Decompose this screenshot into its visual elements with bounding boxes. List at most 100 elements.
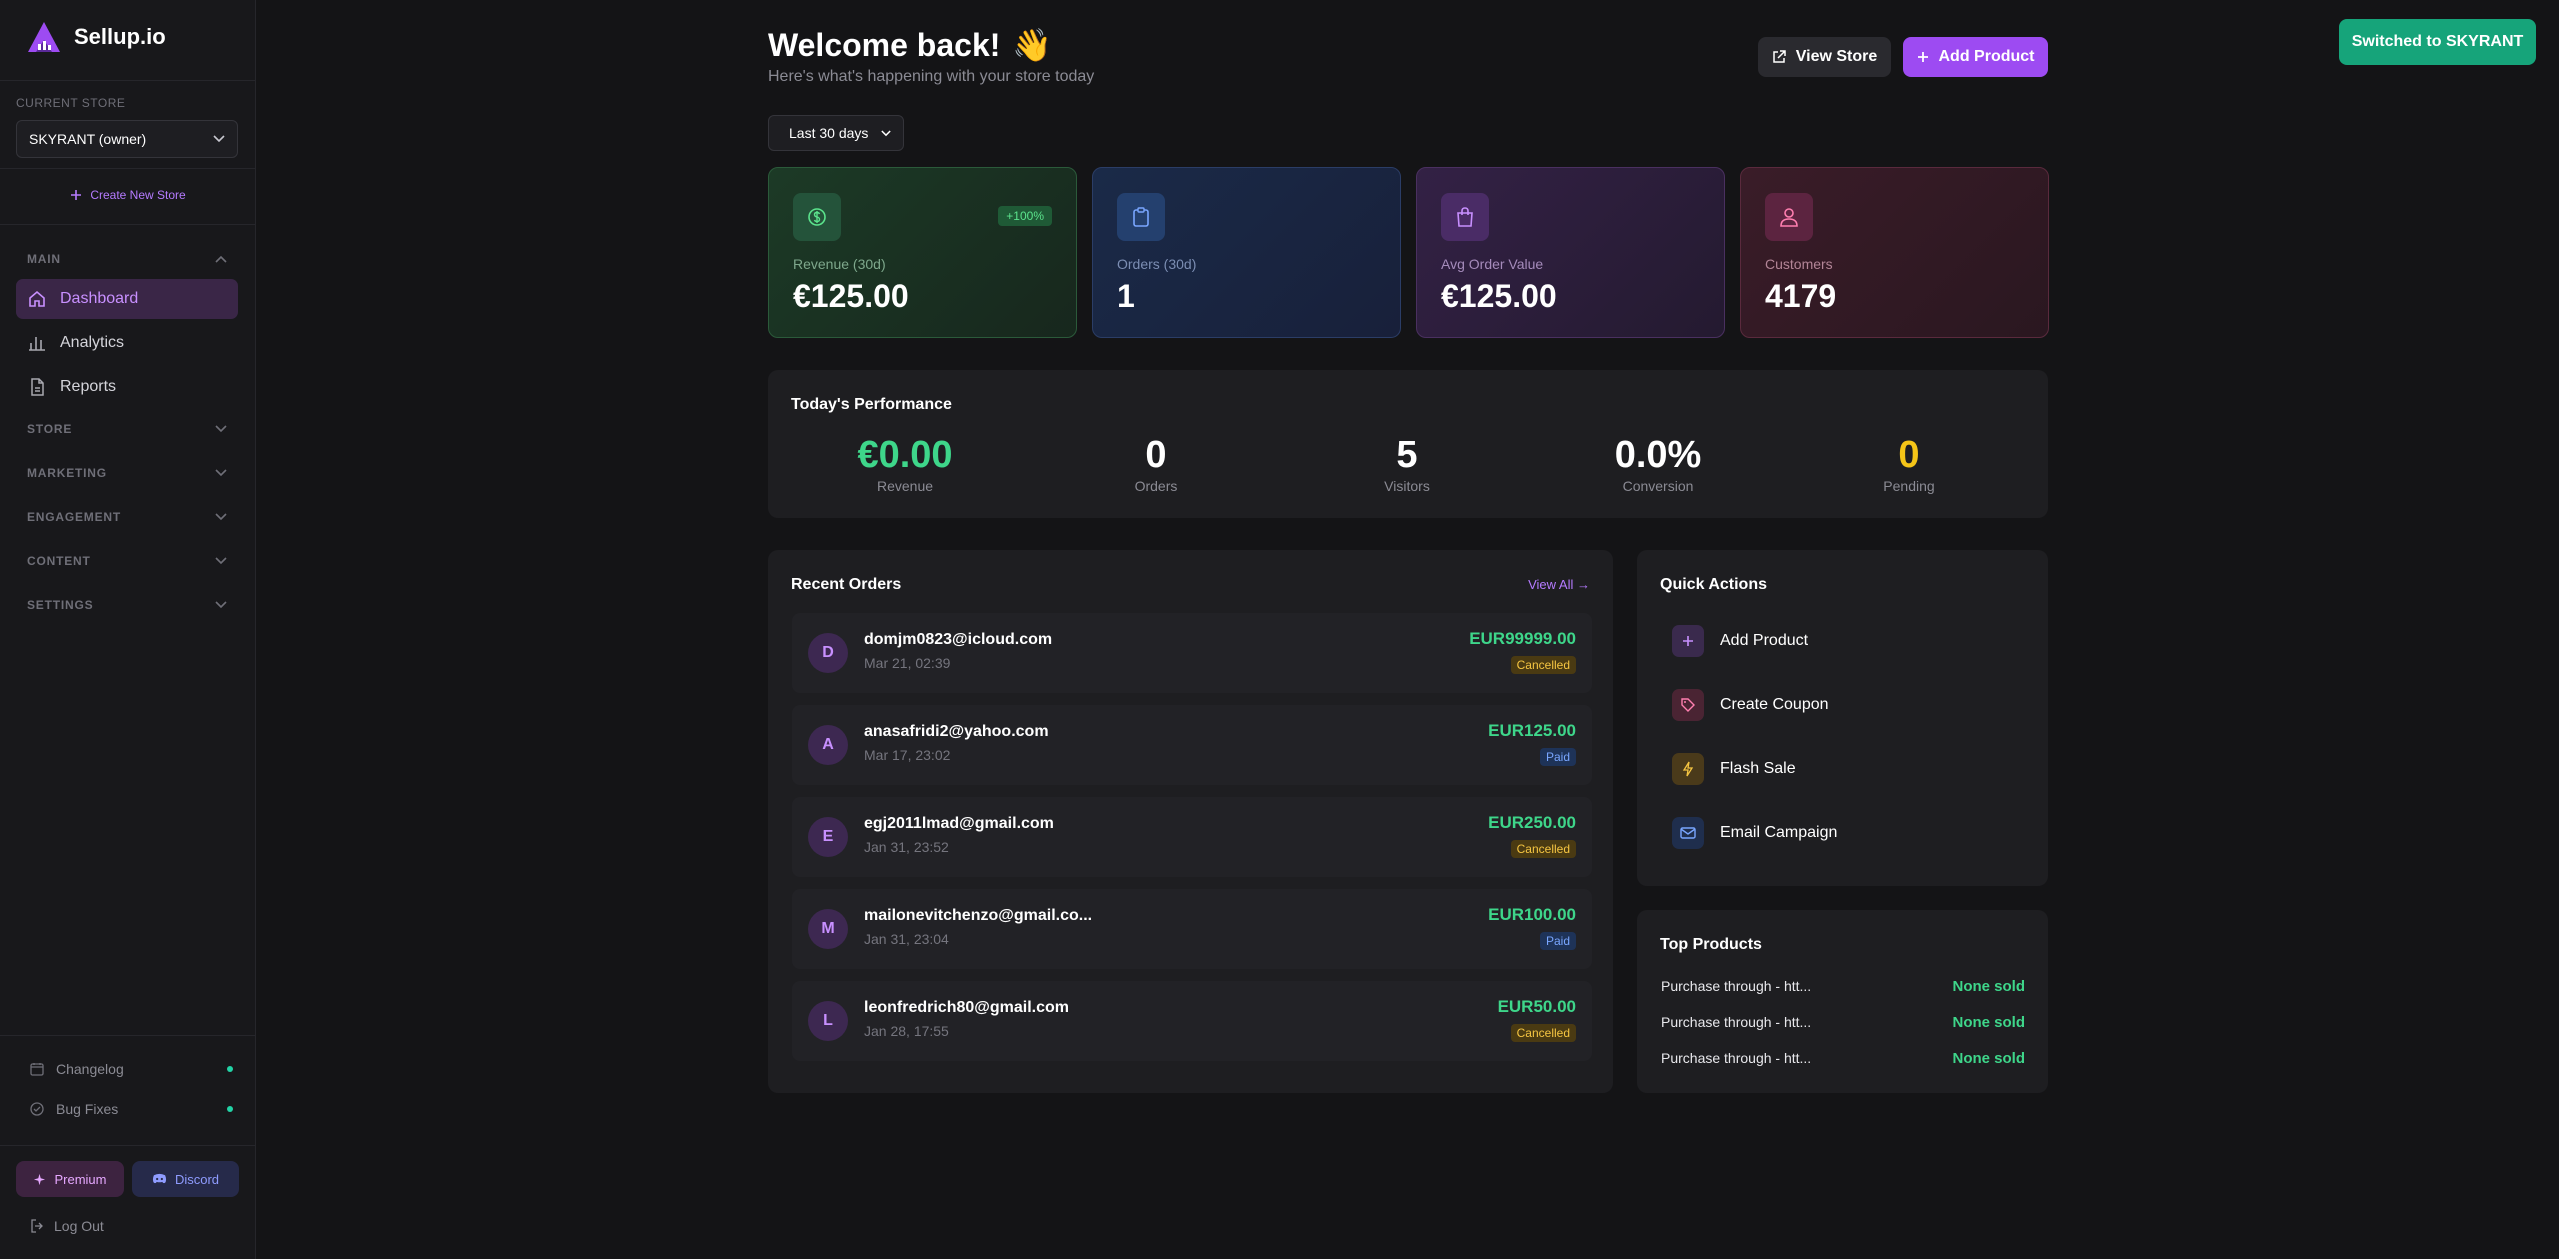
avatar: L [808, 1001, 848, 1041]
dollar-icon [793, 193, 841, 241]
waving-hand-emoji: 👋 [1012, 27, 1053, 63]
lightning-icon [1672, 753, 1704, 785]
page-title-text: Welcome back! [768, 26, 1001, 63]
perf-pending: 0 Pending [1809, 436, 2009, 494]
stat-value: €125.00 [793, 278, 909, 314]
store-select[interactable]: SKYRANT (owner) [16, 120, 238, 158]
sidebar-item-label: Dashboard [60, 290, 139, 307]
stat-card-avg-order: Avg Order Value €125.00 [1416, 167, 1725, 338]
section-main[interactable]: MAIN [27, 252, 227, 266]
perf-value: 5 [1396, 434, 1418, 476]
sidebar-item-label: Analytics [60, 334, 125, 351]
current-store-label: CURRENT STORE [16, 96, 126, 110]
section-content[interactable]: CONTENT [27, 554, 227, 568]
sidebar: Sellup.io CURRENT STORE SKYRANT (owner) … [0, 0, 256, 1259]
plus-icon [70, 189, 82, 201]
add-product-button[interactable]: Add Product [1903, 37, 2048, 77]
perf-label: Pending [1883, 478, 1935, 494]
logo-icon [26, 20, 62, 54]
changelog-link[interactable]: Changelog [30, 1061, 233, 1077]
create-store-button[interactable]: Create New Store [0, 188, 256, 202]
section-store-label: STORE [27, 422, 73, 436]
quick-action-label: Create Coupon [1720, 696, 1829, 713]
section-engagement[interactable]: ENGAGEMENT [27, 510, 227, 524]
sparkle-icon [33, 1173, 46, 1186]
calendar-icon [30, 1062, 44, 1076]
quick-action-label: Flash Sale [1720, 760, 1796, 777]
section-settings-label: SETTINGS [27, 598, 94, 612]
stat-card-revenue: +100% Revenue (30d) €125.00 [768, 167, 1077, 338]
check-circle-icon [30, 1102, 44, 1116]
premium-button[interactable]: Premium [16, 1161, 124, 1197]
perf-visitors: 5 Visitors [1307, 436, 1507, 494]
status-badge: Paid [1539, 748, 1576, 766]
product-name: Purchase through - htt... [1661, 1014, 1812, 1030]
success-toast[interactable]: Switched to SKYRANT [2339, 19, 2536, 65]
quick-actions-title: Quick Actions [1660, 576, 1767, 593]
perf-orders: 0 Orders [1056, 436, 1256, 494]
stat-label: Customers [1765, 256, 1833, 272]
chevron-down-icon [215, 469, 227, 477]
order-amount: EUR250.00 [1488, 813, 1576, 832]
status-badge: Cancelled [1510, 1024, 1576, 1042]
brand[interactable]: Sellup.io [26, 20, 166, 54]
store-select-value: SKYRANT (owner) [29, 131, 147, 147]
page-subtitle: Here's what's happening with your store … [768, 68, 1095, 85]
order-date: Jan 28, 17:55 [864, 1023, 949, 1039]
avatar: A [808, 725, 848, 765]
quick-action-add-product[interactable]: Add Product [1672, 625, 1808, 657]
view-all-link[interactable]: View All → [1528, 577, 1590, 592]
add-product-label: Add Product [1938, 48, 2035, 65]
bug-fixes-link[interactable]: Bug Fixes [30, 1101, 233, 1117]
stat-card-orders: Orders (30d) 1 [1092, 167, 1401, 338]
quick-action-flash-sale[interactable]: Flash Sale [1672, 753, 1796, 785]
sidebar-item-dashboard[interactable]: Dashboard [16, 279, 238, 319]
top-product-row[interactable]: Purchase through - htt... None sold [1661, 1050, 2025, 1067]
order-row[interactable]: D domjm0823@icloud.com Mar 21, 02:39 EUR… [792, 613, 1592, 693]
document-icon [28, 378, 46, 396]
logout-button[interactable]: Log Out [30, 1218, 104, 1234]
order-row[interactable]: M mailonevitchenzo@gmail.co... Jan 31, 2… [792, 889, 1592, 969]
section-store[interactable]: STORE [27, 422, 227, 436]
mail-icon [1672, 817, 1704, 849]
order-row[interactable]: E egj2011lmad@gmail.com Jan 31, 23:52 EU… [792, 797, 1592, 877]
divider [0, 1145, 256, 1146]
quick-action-label: Email Campaign [1720, 824, 1838, 841]
section-engagement-label: ENGAGEMENT [27, 510, 122, 524]
chevron-down-icon [215, 513, 227, 521]
product-sold: None sold [1952, 1050, 2025, 1067]
sidebar-item-label: Reports [60, 378, 117, 395]
new-indicator-dot [227, 1066, 233, 1072]
section-settings[interactable]: SETTINGS [27, 598, 227, 612]
stat-label: Orders (30d) [1117, 256, 1197, 272]
top-product-row[interactable]: Purchase through - htt... None sold [1661, 978, 2025, 995]
product-sold: None sold [1952, 1014, 2025, 1031]
chevron-down-icon [213, 135, 225, 143]
order-amount: EUR99999.00 [1469, 629, 1576, 648]
quick-action-email-campaign[interactable]: Email Campaign [1672, 817, 1837, 849]
product-name: Purchase through - htt... [1661, 978, 1812, 994]
perf-label: Orders [1134, 478, 1178, 494]
users-icon [1765, 193, 1813, 241]
top-product-row[interactable]: Purchase through - htt... None sold [1661, 1014, 2025, 1031]
discord-button[interactable]: Discord [132, 1161, 239, 1197]
stat-value: 4179 [1765, 278, 1837, 314]
section-marketing[interactable]: MARKETING [27, 466, 227, 480]
page-title: Welcome back! 👋 [768, 26, 1052, 64]
chevron-down-icon [215, 557, 227, 565]
order-row[interactable]: L leonfredrich80@gmail.com Jan 28, 17:55… [792, 981, 1592, 1061]
quick-action-create-coupon[interactable]: Create Coupon [1672, 689, 1829, 721]
order-email: anasafridi2@yahoo.com [864, 723, 1049, 740]
sidebar-item-analytics[interactable]: Analytics [16, 323, 238, 363]
perf-value: €0.00 [857, 434, 953, 476]
order-row[interactable]: A anasafridi2@yahoo.com Mar 17, 23:02 EU… [792, 705, 1592, 785]
chevron-down-icon [215, 425, 227, 433]
view-store-button[interactable]: View Store [1758, 37, 1891, 77]
divider [0, 224, 256, 225]
clipboard-icon [1117, 193, 1165, 241]
order-date: Mar 17, 23:02 [864, 747, 951, 763]
sidebar-item-reports[interactable]: Reports [16, 367, 238, 407]
order-email: egj2011lmad@gmail.com [864, 815, 1054, 832]
date-range-select[interactable]: Last 30 days [768, 115, 904, 151]
divider [0, 1035, 256, 1036]
